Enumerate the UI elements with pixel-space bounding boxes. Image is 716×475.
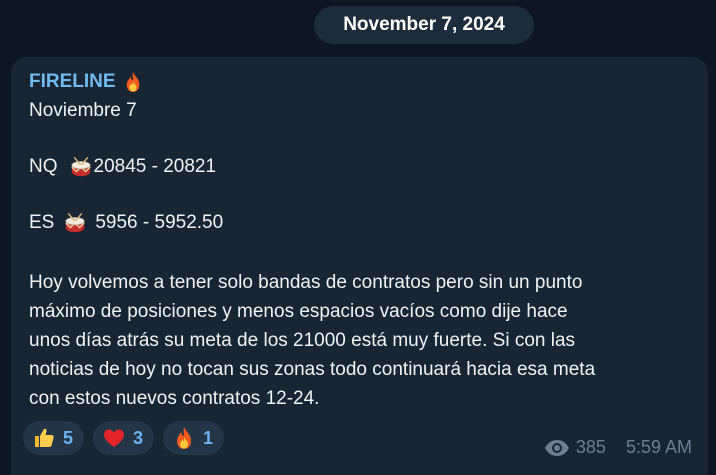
message-bubble[interactable]: FIRELINE Noviembre 7 NQ 20845 - 20821 ES…	[11, 57, 708, 475]
reaction-thumbs-up[interactable]: 5	[23, 421, 85, 455]
message-date-line: Noviembre 7	[29, 100, 137, 121]
fire-icon	[172, 426, 196, 450]
body-line: noticias de hoy no tocan sus zonas todo …	[29, 359, 596, 380]
drum-icon	[70, 156, 92, 178]
message-text: Noviembre 7 NQ 20845 - 20821 ES 5956 - 5…	[29, 97, 694, 413]
nq-label: NQ	[29, 156, 58, 177]
es-label: ES	[29, 212, 55, 233]
heart-icon	[102, 426, 126, 450]
sender-name[interactable]: FIRELINE	[29, 71, 116, 93]
body-line: unos días atrás su meta de los 21000 est…	[29, 330, 576, 351]
es-range: 5956 - 5952.50	[95, 212, 224, 233]
message-meta: 385 5:59 AM	[544, 437, 692, 458]
message-sender[interactable]: FIRELINE	[29, 71, 142, 93]
drum-icon	[64, 212, 86, 234]
es-line: ES 5956 - 5952.50	[29, 209, 694, 237]
body-line: con estos nuevos contratos 12-24.	[29, 388, 320, 409]
reaction-count: 3	[133, 427, 144, 448]
message-time: 5:59 AM	[625, 437, 692, 457]
eye-icon	[544, 439, 570, 457]
body-line: Hoy volvemos a tener solo bandas de cont…	[29, 272, 583, 293]
reaction-count: 1	[203, 427, 214, 448]
nq-line: NQ 20845 - 20821	[29, 153, 694, 181]
reactions-bar: 5 3 1	[23, 421, 225, 455]
thumbs-up-icon	[32, 426, 56, 450]
nq-range: 20845 - 20821	[93, 156, 217, 177]
message-body: Hoy volvemos a tener solo bandas de cont…	[29, 268, 694, 413]
reaction-fire[interactable]: 1	[163, 421, 225, 455]
reaction-heart[interactable]: 3	[93, 421, 155, 455]
reaction-count: 5	[63, 427, 74, 448]
body-line: máximo de posiciones y menos espacios va…	[29, 301, 568, 322]
fire-icon	[124, 71, 142, 93]
date-separator: November 7, 2024	[314, 6, 534, 44]
view-count: 385	[575, 437, 606, 457]
